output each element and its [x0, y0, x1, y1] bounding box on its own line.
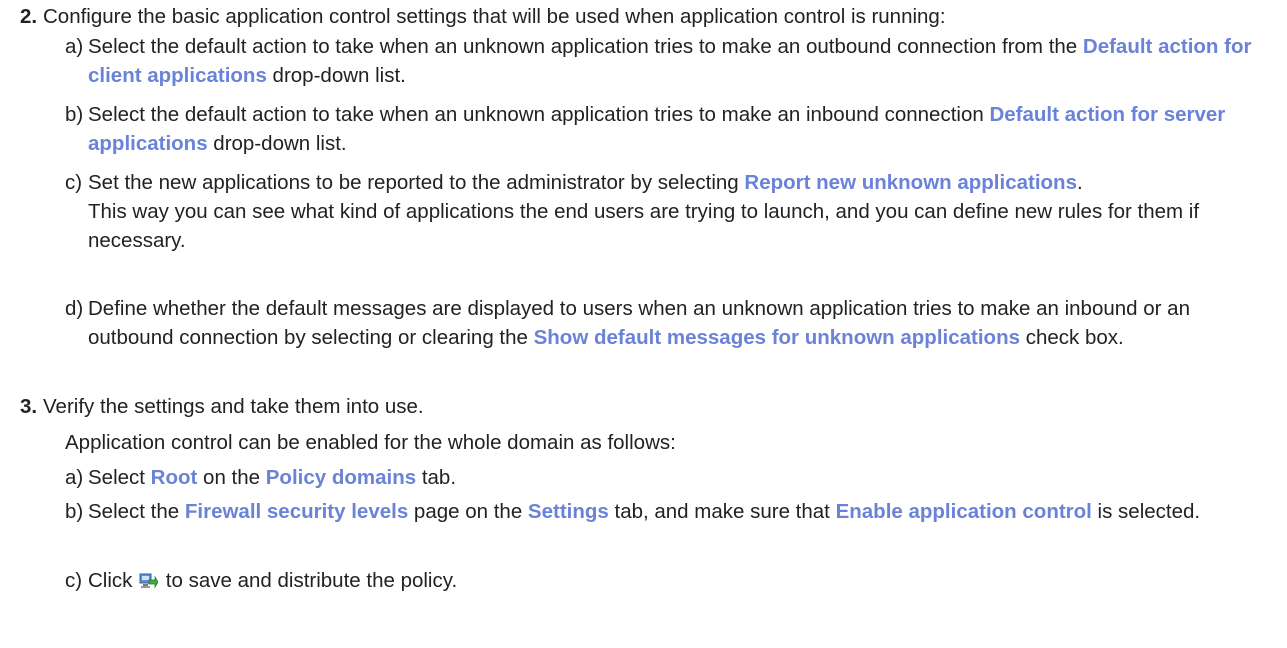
substep-text: Set the new applications to be reported … — [88, 171, 1083, 194]
ui-label: Enable application control — [835, 500, 1092, 523]
step-text: Configure the basic application control … — [43, 5, 946, 28]
step-number: 2. — [20, 5, 38, 28]
save-and-distribute-icon — [139, 568, 159, 589]
substep-2c: c) Set the new applications to be report… — [65, 168, 1265, 255]
substep-2d: d) Define whether the default messages a… — [65, 294, 1265, 352]
substep-text: Select Root on the Policy domains tab. — [88, 466, 457, 489]
ui-label: Settings — [527, 500, 609, 523]
substep-2b: b) Select the default action to take whe… — [65, 100, 1265, 158]
step-2: 2. Configure the basic application contr… — [20, 2, 1275, 31]
step-3-intro: Application control can be enabled for t… — [65, 431, 676, 454]
substep-text: Select the Firewall security levels page… — [88, 500, 1201, 523]
ui-label: Root — [150, 466, 198, 489]
substep-text: Select the default action to take when a… — [88, 35, 1252, 87]
substep-text: Define whether the default messages are … — [88, 297, 1190, 349]
substep-3c: c) Click to save and distribute the poli… — [65, 566, 1265, 595]
step-text: Verify the settings and take them into u… — [43, 395, 424, 418]
step-3: 3. Verify the settings and take them int… — [20, 392, 1275, 421]
substep-note: This way you can see what kind of applic… — [88, 200, 1200, 252]
substep-text: Select the default action to take when a… — [88, 103, 1226, 155]
substep-letter: b) — [65, 103, 84, 126]
substep-3a: a) Select Root on the Policy domains tab… — [65, 463, 1265, 492]
step-number: 3. — [20, 395, 38, 418]
ui-label: Report new unknown applications — [744, 171, 1077, 194]
substep-text: Click to save and distribute the policy. — [88, 568, 458, 592]
substep-letter: c) — [65, 569, 83, 592]
substep-letter: c) — [65, 171, 83, 194]
substep-letter: a) — [65, 466, 84, 489]
substep-letter: b) — [65, 500, 84, 523]
substep-2a: a) Select the default action to take whe… — [65, 32, 1265, 90]
substep-letter: d) — [65, 297, 84, 320]
substep-3b: b) Select the Firewall security levels p… — [65, 497, 1265, 526]
ui-label: Firewall security levels — [184, 500, 409, 523]
ui-label: Policy domains — [265, 466, 417, 489]
ui-label: Show default messages for unknown applic… — [533, 326, 1020, 349]
substep-letter: a) — [65, 35, 84, 58]
